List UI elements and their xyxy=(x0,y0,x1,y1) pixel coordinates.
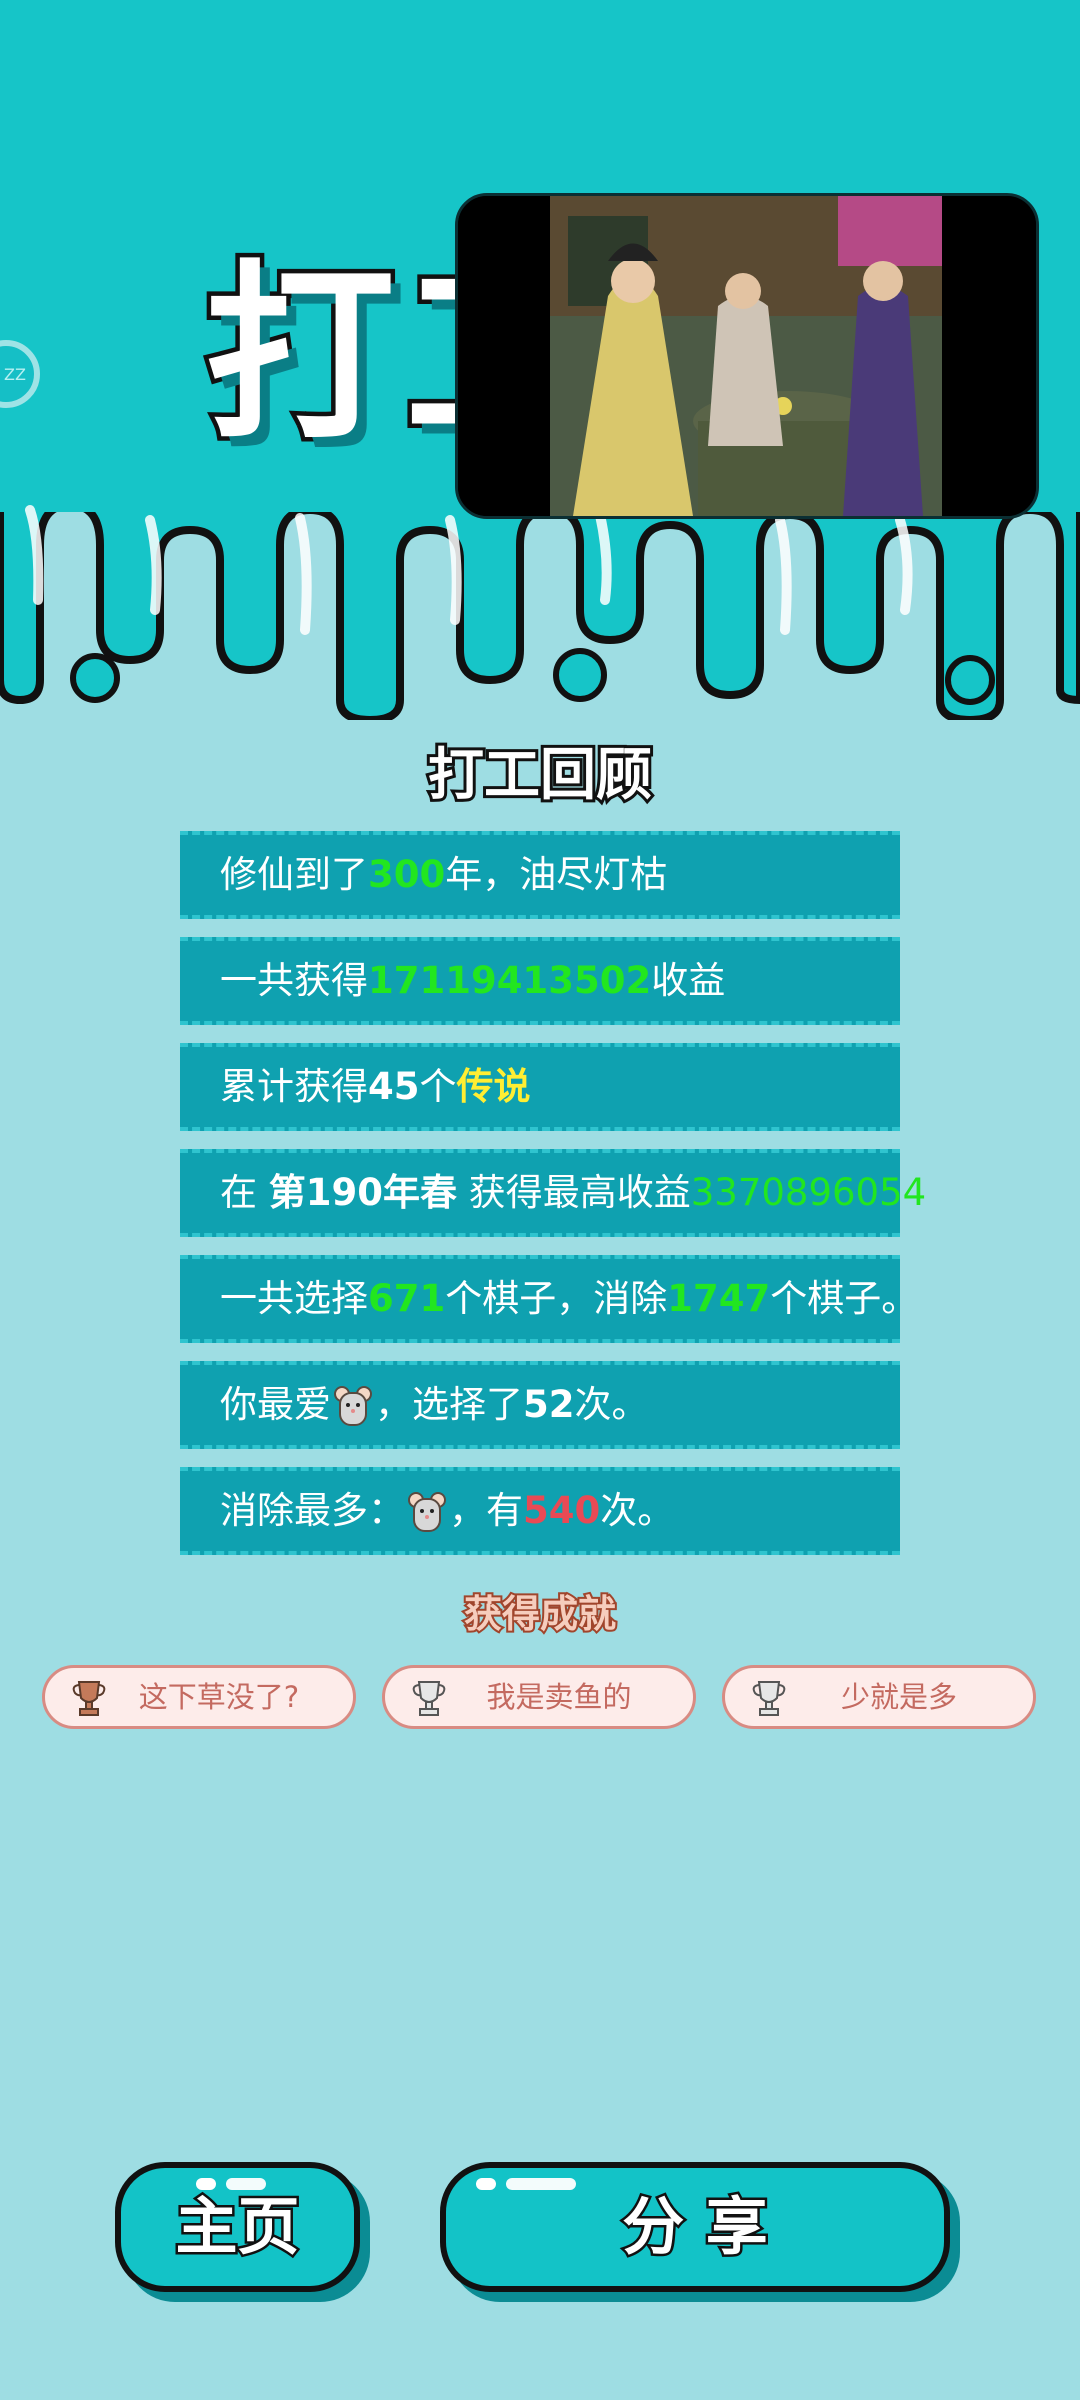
button-shine xyxy=(506,2178,576,2190)
stat-text: 个棋子，消除 xyxy=(445,1277,668,1320)
stat-text: 修仙到了 xyxy=(220,853,368,896)
stat-row-most-eliminated: 消除最多： ，有540次。 xyxy=(180,1467,900,1555)
home-button[interactable]: 主页 xyxy=(115,2162,360,2292)
button-shine xyxy=(196,2178,216,2190)
stat-text: 个棋子。 xyxy=(770,1277,919,1320)
mouse-icon xyxy=(334,1385,372,1426)
mouse-icon xyxy=(408,1491,446,1532)
stat-text: 次。 xyxy=(600,1489,675,1532)
achievement-label: 少就是多 xyxy=(840,1680,957,1714)
stat-value: 52 xyxy=(523,1383,575,1426)
trophy-icon-silver xyxy=(752,1681,786,1716)
stat-text: 你最爱 xyxy=(220,1383,331,1426)
video-player[interactable] xyxy=(455,193,1039,519)
stat-row-cultivation: 修仙到了300年，油尽灯枯 xyxy=(180,831,900,919)
stat-text: 个 xyxy=(419,1065,457,1108)
trophy-icon-silver xyxy=(412,1681,446,1716)
stat-value: 45 xyxy=(368,1065,420,1108)
stat-text: 收益 xyxy=(651,959,726,1002)
stat-season: 第190年春 xyxy=(268,1171,457,1214)
stat-text: ，有 xyxy=(449,1489,523,1532)
stat-value-2: 1747 xyxy=(667,1277,771,1320)
achievement-label: 这下草没了? xyxy=(138,1680,300,1714)
stat-text: 一共选择 xyxy=(220,1277,368,1320)
button-shine xyxy=(476,2178,496,2190)
button-shine xyxy=(226,2178,266,2190)
stat-text: 累计获得 xyxy=(220,1065,368,1108)
review-stats-list: 修仙到了300年，油尽灯枯 一共获得17119413502收益 累计获得45个传… xyxy=(180,831,926,1573)
stat-row-best-income: 在 第190年春 获得最高收益3370896054 xyxy=(180,1149,926,1237)
achievement-badge[interactable]: 我是卖鱼的 xyxy=(382,1665,696,1729)
sleep-bubble-text: ZZ xyxy=(4,364,26,384)
achievements-title: 获得成就 xyxy=(462,1590,618,1638)
stat-value: 540 xyxy=(523,1489,601,1532)
achievement-badges: 这下草没了? 我是卖鱼的 少就是多 xyxy=(42,1665,1042,1731)
stat-text: 在 xyxy=(220,1171,269,1214)
share-button-label: 分 享 xyxy=(620,2188,771,2266)
stat-text: 获得最高收益 xyxy=(457,1171,691,1214)
achievement-label: 我是卖鱼的 xyxy=(486,1680,632,1714)
stat-row-pieces: 一共选择671个棋子，消除1747个棋子。 xyxy=(180,1255,918,1343)
stat-row-favorite: 你最爱 ，选择了52次。 xyxy=(180,1361,900,1449)
stat-text: 年，油尽灯枯 xyxy=(445,853,668,896)
review-title: 打工回顾 xyxy=(425,740,655,811)
stat-text: 一共获得 xyxy=(220,959,368,1002)
video-frame-image xyxy=(458,196,1036,516)
share-button[interactable]: 分 享 xyxy=(440,2162,950,2292)
trophy-icon-bronze xyxy=(72,1681,106,1716)
stat-text: 消除最多： xyxy=(220,1489,405,1532)
stat-row-total-income: 一共获得17119413502收益 xyxy=(180,937,900,1025)
achievement-badge[interactable]: 少就是多 xyxy=(722,1665,1036,1729)
stat-value: 17119413502 xyxy=(368,959,652,1002)
stat-text: 次。 xyxy=(574,1383,649,1426)
achievement-badge[interactable]: 这下草没了? xyxy=(42,1665,356,1729)
stat-value: 3370896054 xyxy=(690,1171,927,1214)
stat-value: 671 xyxy=(368,1277,446,1320)
stat-text: ，选择了 xyxy=(375,1383,523,1426)
home-button-label: 主页 xyxy=(173,2188,302,2266)
stat-row-legends: 累计获得45个传说 xyxy=(180,1043,900,1131)
stat-value: 300 xyxy=(368,853,446,896)
stat-highlight: 传说 xyxy=(456,1065,531,1108)
